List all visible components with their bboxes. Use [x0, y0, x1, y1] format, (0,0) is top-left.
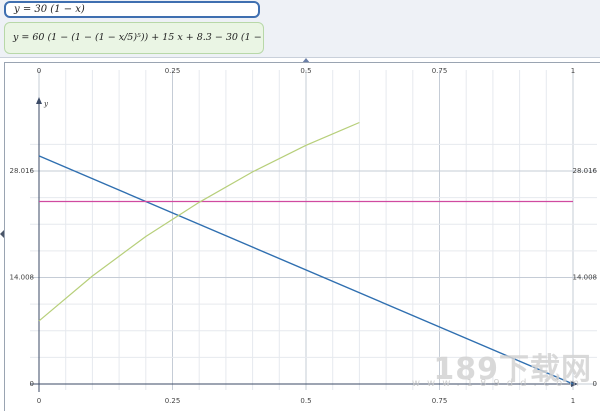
y-tick-label-left: 14.008 [10, 274, 35, 282]
x-tick-label-top: 1 [571, 67, 575, 75]
grid-lines [30, 70, 597, 390]
y-tick-label-right: 0 [593, 380, 597, 388]
y-tick-label-right: 14.008 [573, 274, 598, 282]
x-tick-label-top: 0 [37, 67, 41, 75]
x-tick-label-bottom: 1 [571, 397, 575, 405]
x-tick-label-top: 0.75 [432, 67, 448, 75]
y-tick-label-left: 28.016 [10, 167, 35, 175]
x-tick-label-bottom: 0.75 [432, 397, 448, 405]
y-axis-arrow-icon [36, 97, 42, 104]
y-tick-label-left: 0 [30, 380, 34, 388]
x-tick-label-top: 0.25 [165, 67, 181, 75]
x-tick-label-bottom: 0.25 [165, 397, 181, 405]
x-tick-label-bottom: 0.5 [300, 397, 311, 405]
x-tick-label-bottom: 0 [37, 397, 41, 405]
y-tick-label-right: 28.016 [573, 167, 598, 175]
x-tick-label-top: 0.5 [300, 67, 311, 75]
y-axis-label: y [43, 100, 49, 108]
watermark-url: www.189dd.com [411, 378, 586, 389]
